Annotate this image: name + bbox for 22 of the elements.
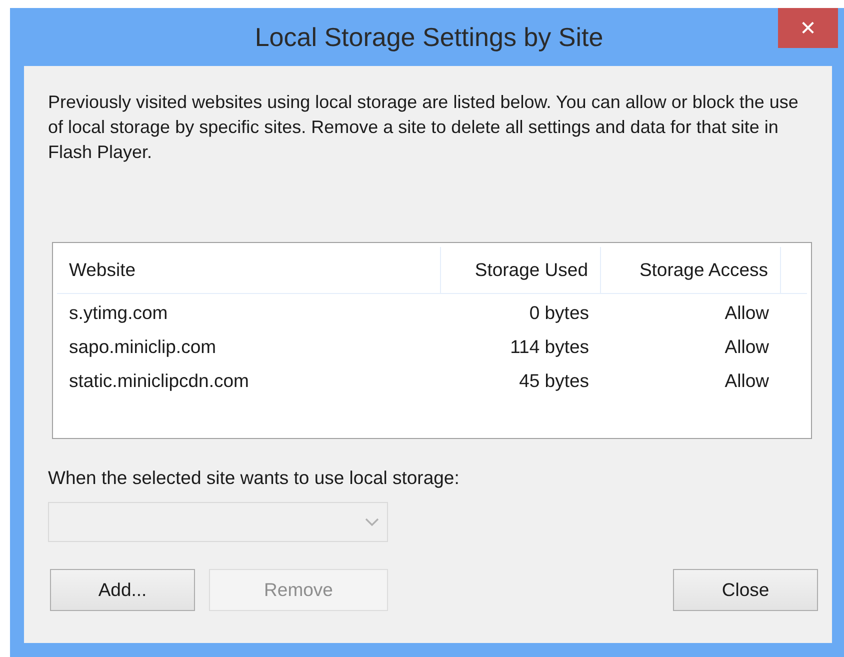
column-header[interactable]: Storage Access: [601, 247, 781, 293]
table-cell-text: 0 bytes: [528, 302, 590, 324]
table-cell-text: static.miniclipcdn.com: [68, 370, 250, 392]
table-cell-text: Allow: [724, 370, 770, 392]
table-cell-text: sapo.miniclip.com: [68, 336, 218, 358]
table-cell-text: Allow: [724, 302, 770, 324]
table-cell-text: s.ytimg.com: [68, 302, 169, 324]
table-cell-text: 114 bytes: [509, 336, 590, 358]
close-button[interactable]: ✕: [778, 8, 838, 48]
table-row[interactable]: s.ytimg.com 0 bytes Allow: [57, 296, 807, 330]
column-header[interactable]: Website: [57, 247, 441, 293]
table-cell-text: Allow: [724, 336, 770, 358]
column-header[interactable]: Storage Used: [441, 247, 601, 293]
table-cell-text: 45 bytes: [518, 370, 590, 392]
table-row[interactable]: static.miniclipcdn.com 45 bytes Allow: [57, 364, 807, 398]
table-row[interactable]: sapo.miniclip.com 114 bytes Allow: [57, 330, 807, 364]
chevron-icon: [365, 517, 379, 527]
access-label: When the selected site wants to use local storage:: [48, 467, 460, 489]
description-text: Previously visited websites using local storage are listed below. You can allow or block the use of local storage by specific sites. Remove a site to delete all settings and data for that site in Flash Player.: [48, 91, 800, 164]
dialog-button[interactable]: Add...: [50, 569, 195, 611]
window-title: Local Storage Settings by Site: [254, 22, 604, 52]
dialog-button[interactable]: Close: [673, 569, 818, 611]
